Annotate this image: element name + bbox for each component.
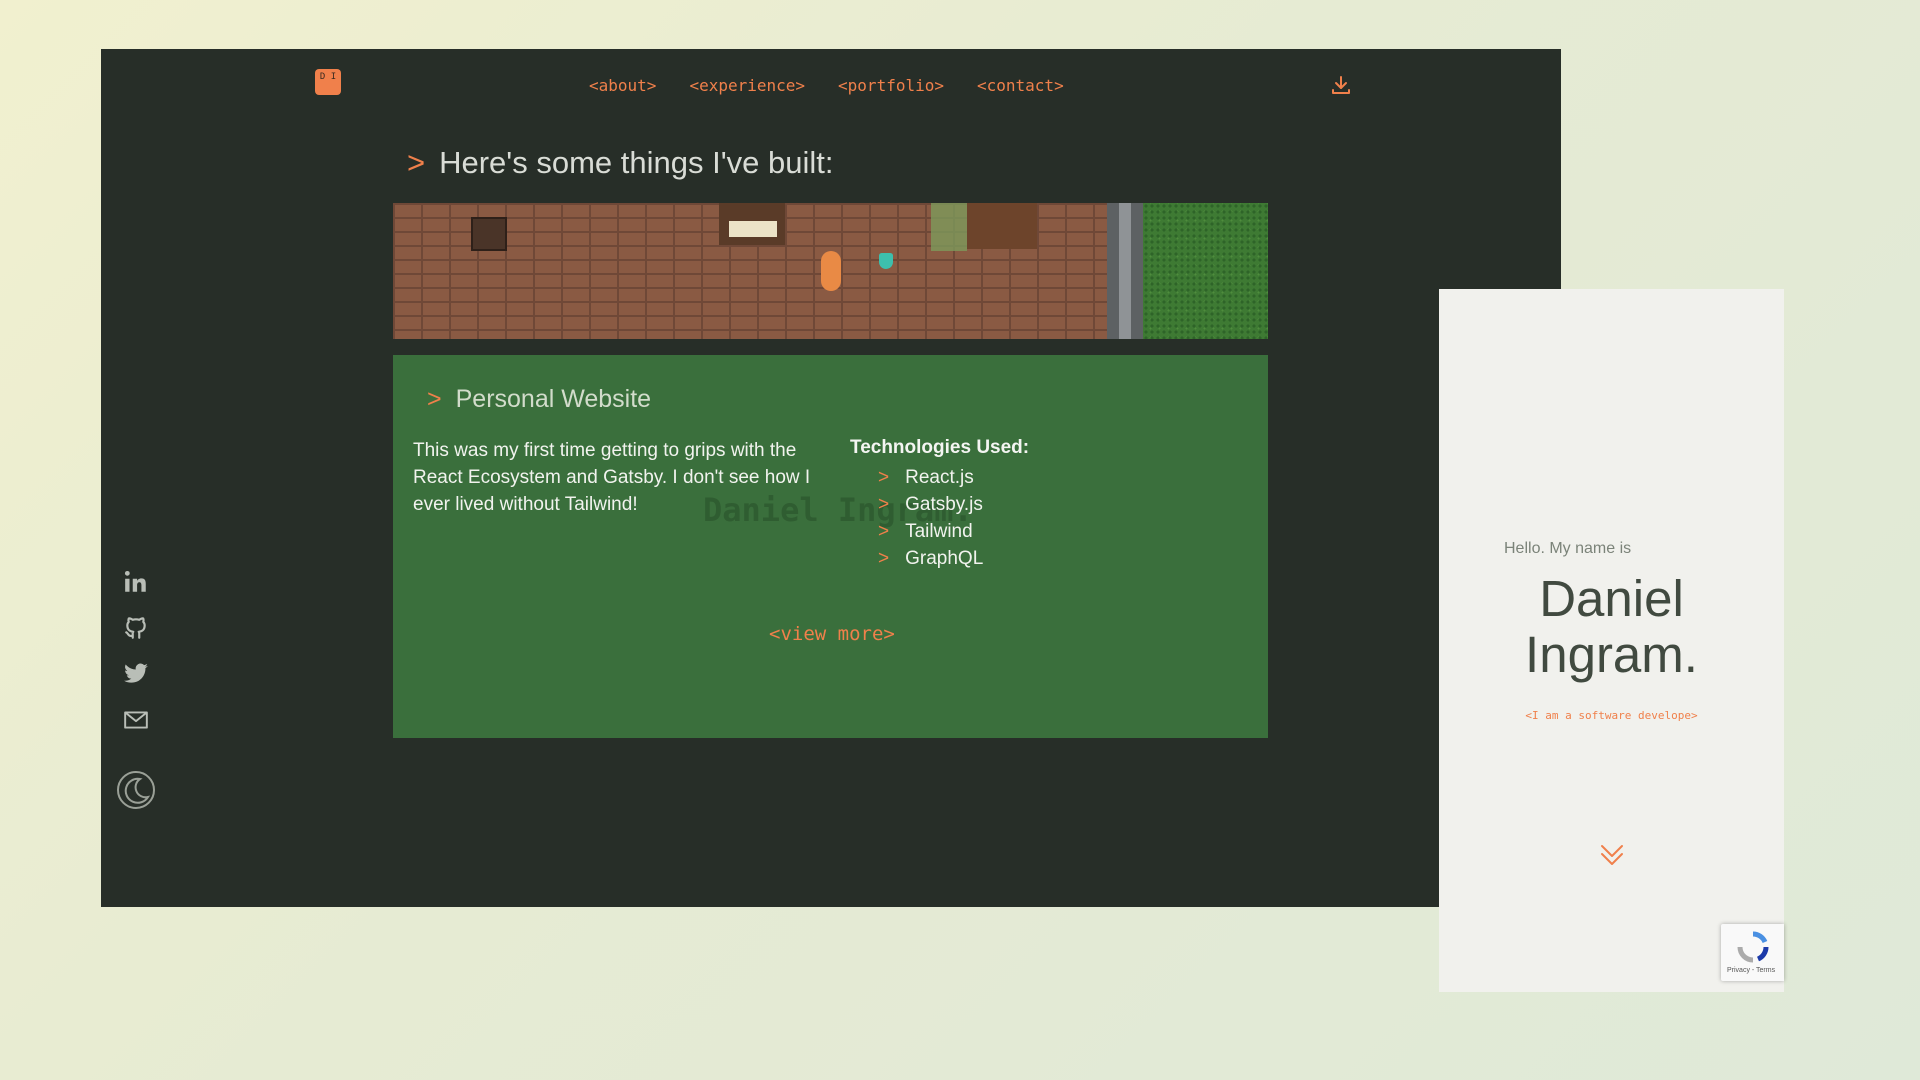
site-logo[interactable]: D I <box>315 69 341 95</box>
tech-label: React.js <box>905 467 974 488</box>
plant-sprite <box>931 203 967 251</box>
desktop-screenshot: D I <about> <experience> <portfolio> <co… <box>101 49 1561 907</box>
tech-item: > GraphQL <box>878 545 983 572</box>
project-card: Daniel Ingram. > Personal Website This wa… <box>393 355 1268 738</box>
nav-contact[interactable]: <contact> <box>977 76 1064 95</box>
moon-icon <box>117 771 155 809</box>
nav-portfolio[interactable]: <portfolio> <box>838 76 944 95</box>
hero-name-first: Daniel <box>1539 570 1684 627</box>
bullet-glyph: > <box>878 467 890 488</box>
project-title-text: Personal Website <box>455 385 652 413</box>
chevron-down-icon <box>1601 845 1623 865</box>
tech-label: Tailwind <box>905 521 973 542</box>
view-more-link[interactable]: <view more> <box>769 623 895 645</box>
tech-list: > React.js > Gatsby.js > Tailwind > GraphQL <box>878 464 983 572</box>
grass-area <box>1143 203 1268 339</box>
bullet-glyph: > <box>878 548 890 569</box>
bullet-glyph: > <box>878 521 890 542</box>
hero-greeting: Hello. My name is <box>1504 540 1632 557</box>
theme-toggle-button[interactable] <box>116 770 156 814</box>
project-description: This was my first time getting to grips … <box>413 440 811 515</box>
download-resume-button[interactable] <box>1329 73 1353 97</box>
linkedin-link[interactable] <box>123 569 149 599</box>
tech-label: GraphQL <box>905 548 984 569</box>
email-link[interactable] <box>123 707 149 737</box>
tech-item: > Tailwind <box>878 518 983 545</box>
project-title: > Personal Website <box>427 385 651 414</box>
chest-sprite <box>471 217 507 251</box>
github-link[interactable] <box>123 615 149 645</box>
main-nav: <about> <experience> <portfolio> <contac… <box>589 76 1064 95</box>
hero-name-last: Ingram. <box>1525 626 1698 683</box>
recaptcha-icon <box>1737 931 1769 963</box>
tech-label: Gatsby.js <box>905 494 983 515</box>
nav-experience[interactable]: <experience> <box>689 76 805 95</box>
road-strip <box>1107 203 1143 339</box>
download-icon <box>1332 76 1350 94</box>
section-heading: > Here's some things I've built: <box>407 145 833 181</box>
tech-item: > React.js <box>878 464 983 491</box>
section-title-text: Here's some things I've built: <box>439 145 834 180</box>
bullet-glyph: > <box>878 494 890 515</box>
linkedin-icon <box>124 570 146 592</box>
tech-item: > Gatsby.js <box>878 491 983 518</box>
mail-icon <box>124 711 148 729</box>
twitter-icon <box>124 663 148 683</box>
book-sprite <box>729 221 777 237</box>
prompt-glyph: > <box>407 145 426 180</box>
recaptcha-links[interactable]: Privacy - Terms <box>1727 967 1775 974</box>
cabinet-sprite <box>967 203 1037 249</box>
shield-sprite <box>879 253 893 269</box>
player-sprite <box>821 251 841 291</box>
prompt-glyph: > <box>427 385 442 413</box>
tech-heading: Technologies Used: <box>850 437 1030 458</box>
github-icon <box>125 617 146 639</box>
mobile-screenshot: Hello. My name is Daniel Ingram. <I am a… <box>1439 289 1784 992</box>
scroll-down-button[interactable] <box>1599 842 1625 872</box>
twitter-link[interactable] <box>123 661 149 691</box>
recaptcha-badge[interactable]: Privacy - Terms <box>1721 924 1784 981</box>
hero-role: <I am a software develope> <box>1525 709 1698 722</box>
hero-name: Daniel Ingram. <box>1439 571 1784 683</box>
nav-about[interactable]: <about> <box>589 76 656 95</box>
project-banner-image[interactable] <box>393 203 1268 339</box>
